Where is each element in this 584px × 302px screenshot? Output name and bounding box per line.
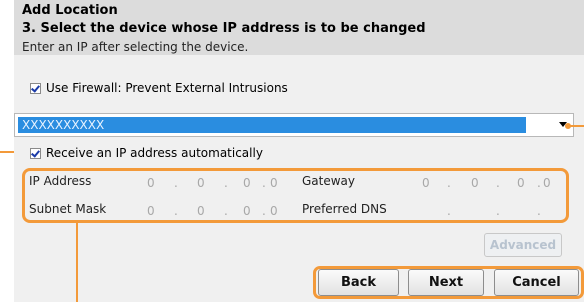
- step-hint: Enter an IP after selecting the device.: [22, 40, 249, 54]
- cancel-button[interactable]: Cancel: [494, 269, 579, 296]
- advanced-button[interactable]: Advanced: [484, 233, 562, 257]
- ip-address-field[interactable]: 0 . 0 . 0 . 0: [139, 174, 279, 192]
- subnet-mask-field[interactable]: 0 . 0 . 0 . 0: [139, 202, 279, 220]
- step-heading: 3. Select the device whose IP address is…: [22, 21, 426, 36]
- firewall-option[interactable]: Use Firewall: Prevent External Intrusion…: [22, 77, 582, 99]
- preferred-dns-label: Preferred DNS: [302, 202, 387, 216]
- device-select[interactable]: XXXXXXXXXX: [14, 113, 574, 137]
- firewall-label: Use Firewall: Prevent External Intrusion…: [46, 81, 288, 95]
- callout-dot-right: [565, 123, 571, 129]
- dialog-title: Add Location: [22, 3, 118, 18]
- device-select-value: XXXXXXXXXX: [18, 117, 526, 133]
- auto-ip-option[interactable]: Receive an IP address automatically: [22, 142, 582, 164]
- preferred-dns-field[interactable]: . . .: [410, 202, 560, 220]
- auto-ip-label: Receive an IP address automatically: [46, 146, 263, 160]
- gateway-label: Gateway: [302, 174, 356, 188]
- subnet-mask-label: Subnet Mask: [29, 202, 107, 216]
- ip-address-label: IP Address: [29, 174, 92, 188]
- next-button[interactable]: Next: [408, 269, 484, 296]
- back-button[interactable]: Back: [318, 269, 399, 296]
- gateway-field[interactable]: 0 . 0 . 0 . 0: [410, 174, 560, 192]
- callout-line-bottom: [76, 223, 78, 302]
- auto-ip-checkbox[interactable]: [30, 147, 41, 159]
- firewall-checkbox[interactable]: [30, 82, 41, 94]
